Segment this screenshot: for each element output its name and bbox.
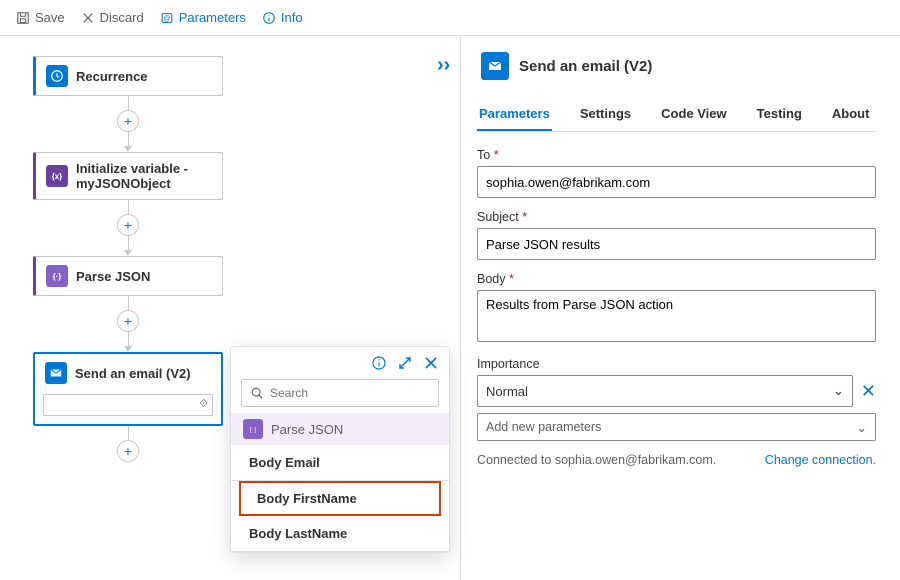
dynamic-content-popover: {·} Parse JSON Body Email Body FirstName… xyxy=(230,346,450,553)
close-icon[interactable] xyxy=(423,355,439,371)
save-icon xyxy=(16,11,30,25)
tab-settings[interactable]: Settings xyxy=(578,100,633,131)
change-connection-link[interactable]: Change connection. xyxy=(765,453,876,467)
dynamic-item-body-firstname[interactable]: Body FirstName xyxy=(239,481,441,516)
importance-value: Normal xyxy=(486,384,528,399)
node-label: Recurrence xyxy=(76,69,148,84)
braces-icon: {·} xyxy=(243,419,263,439)
info-icon[interactable] xyxy=(371,355,387,371)
add-step-button[interactable]: + xyxy=(117,310,139,332)
importance-label: Importance xyxy=(477,357,876,371)
add-step-button[interactable]: + xyxy=(117,214,139,236)
panel-tabs: Parameters Settings Code View Testing Ab… xyxy=(477,100,876,132)
body-field[interactable]: Results from Parse JSON action xyxy=(477,290,876,342)
flow-canvas: Recurrence + {x} Initialize variable - m… xyxy=(0,36,460,580)
parameters-button[interactable]: @ Parameters xyxy=(154,6,252,29)
svg-text:{·}: {·} xyxy=(250,427,258,434)
info-button[interactable]: Info xyxy=(256,6,309,29)
panel-title: Send an email (V2) xyxy=(519,58,652,75)
save-button[interactable]: Save xyxy=(10,6,71,29)
parameters-icon: @ xyxy=(160,11,174,25)
search-icon xyxy=(250,386,264,400)
search-input[interactable] xyxy=(270,386,430,400)
node-label: Send an email (V2) xyxy=(75,366,191,381)
info-icon xyxy=(262,11,276,25)
link-icon: ⟐ xyxy=(199,398,208,411)
body-label: Body * xyxy=(477,272,876,286)
dynamic-item-body-email[interactable]: Body Email xyxy=(231,445,449,481)
add-params-label: Add new parameters xyxy=(486,420,601,434)
clear-importance-button[interactable]: ✕ xyxy=(861,381,876,402)
discard-label: Discard xyxy=(100,10,144,25)
variable-icon: {x} xyxy=(46,165,68,187)
dynamic-content-slot[interactable]: ⟐ xyxy=(43,394,213,416)
tab-testing[interactable]: Testing xyxy=(755,100,804,131)
close-icon xyxy=(81,11,95,25)
tab-code-view[interactable]: Code View xyxy=(659,100,729,131)
search-box[interactable] xyxy=(241,379,439,407)
svg-text:@: @ xyxy=(163,15,170,22)
flow-node-send-email[interactable]: Send an email (V2) ⟐ xyxy=(33,352,223,426)
importance-select[interactable]: Normal ⌄ xyxy=(477,375,853,407)
discard-button[interactable]: Discard xyxy=(75,6,150,29)
node-label: Initialize variable - myJSONObject xyxy=(76,161,212,191)
outlook-icon xyxy=(481,52,509,80)
connector: + xyxy=(117,200,139,256)
popover-group-header: {·} Parse JSON xyxy=(231,413,449,445)
flow-node-recurrence[interactable]: Recurrence xyxy=(33,56,223,96)
flow-node-parse-json[interactable]: {·} Parse JSON xyxy=(33,256,223,296)
node-label: Parse JSON xyxy=(76,269,150,284)
subject-field[interactable] xyxy=(477,228,876,260)
outlook-icon xyxy=(45,362,67,384)
collapse-panel-button[interactable]: ›› xyxy=(437,54,450,77)
to-label: To * xyxy=(477,148,876,162)
braces-icon: {·} xyxy=(46,265,68,287)
add-step-button[interactable]: + xyxy=(117,440,139,462)
connector: + xyxy=(117,96,139,152)
add-step-button[interactable]: + xyxy=(117,110,139,132)
flow-node-init-variable[interactable]: {x} Initialize variable - myJSONObject xyxy=(33,152,223,200)
expand-icon[interactable] xyxy=(397,355,413,371)
chevron-down-icon: ⌄ xyxy=(857,420,867,435)
connector: + xyxy=(117,296,139,352)
svg-text:{·}: {·} xyxy=(53,272,62,281)
add-parameters-select[interactable]: Add new parameters ⌄ xyxy=(477,413,876,441)
connection-text: Connected to sophia.owen@fabrikam.com. xyxy=(477,453,716,467)
info-label: Info xyxy=(281,10,303,25)
svg-text:{x}: {x} xyxy=(52,172,63,181)
save-label: Save xyxy=(35,10,65,25)
tab-about[interactable]: About xyxy=(830,100,872,131)
to-field[interactable] xyxy=(477,166,876,198)
parameters-label: Parameters xyxy=(179,10,246,25)
chevron-down-icon: ⌄ xyxy=(833,383,844,399)
dynamic-item-body-lastname[interactable]: Body LastName xyxy=(231,516,449,552)
tab-parameters[interactable]: Parameters xyxy=(477,100,552,131)
main-area: Recurrence + {x} Initialize variable - m… xyxy=(0,36,900,580)
clock-icon xyxy=(46,65,68,87)
top-toolbar: Save Discard @ Parameters Info xyxy=(0,0,900,36)
subject-label: Subject * xyxy=(477,210,876,224)
connector: + xyxy=(117,426,139,462)
group-label: Parse JSON xyxy=(271,422,343,437)
details-panel: ›› Send an email (V2) Parameters Setting… xyxy=(460,36,900,580)
